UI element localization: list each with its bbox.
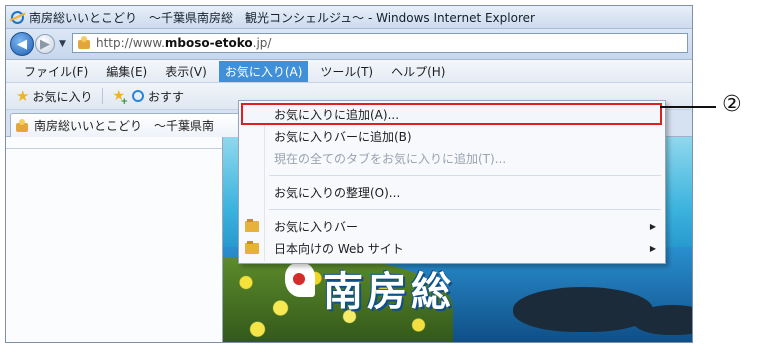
internet-explorer-icon <box>11 10 24 24</box>
site-favicon-icon <box>77 36 91 50</box>
window-title: 南房総いいとこどり ～千葉県南房総 観光コンシェルジュ～ - Windows I… <box>29 10 535 25</box>
menu-item-organize-favorites[interactable]: お気に入りの整理(O)... <box>239 181 665 203</box>
menu-separator <box>269 209 661 210</box>
banner-rock <box>633 305 692 335</box>
history-dropdown-icon[interactable]: ▼ <box>59 39 66 49</box>
menu-file[interactable]: ファイル(F) <box>18 61 94 82</box>
menu-item-label: 現在の全てのタブをお気に入りに追加(T)... <box>274 151 507 166</box>
menu-item-label: お気に入りの整理(O)... <box>274 185 401 200</box>
menu-item-japan-websites[interactable]: 日本向けの Web サイト ▶ <box>239 237 665 259</box>
menu-tools[interactable]: ツール(T) <box>314 61 379 82</box>
menu-item-add-to-favorites-bar[interactable]: お気に入りバーに追加(B) <box>239 125 665 147</box>
menu-favorites[interactable]: お気に入り(A) <box>218 60 309 82</box>
url-host: mboso-etoko <box>164 36 253 50</box>
menu-item-add-to-favorites[interactable]: お気に入りに追加(A)... <box>239 103 665 125</box>
folder-icon <box>245 219 259 232</box>
callout-number: ② <box>722 92 742 117</box>
site-logo-text: 南房総 <box>323 269 455 315</box>
menu-item-label: 日本向けの Web サイト <box>274 241 404 256</box>
menu-item-add-tabs-to-favorites: 現在の全てのタブをお気に入りに追加(T)... <box>239 147 665 169</box>
menu-item-label: お気に入りバーに追加(B) <box>274 129 412 144</box>
address-row: ◀ ▶ ▼ http://www. mboso-etoko .jp/ <box>6 29 692 60</box>
left-pane <box>6 137 222 342</box>
favorites-star-icon: ★ <box>16 87 30 105</box>
back-arrow-icon: ◀ <box>17 36 27 52</box>
site-logo-mark <box>285 263 315 297</box>
left-pane-rule <box>6 148 222 149</box>
title-bar: 南房総いいとこどり ～千葉県南房総 観光コンシェルジュ～ - Windows I… <box>6 6 692 29</box>
menu-edit[interactable]: 編集(E) <box>100 61 153 82</box>
callout-line <box>660 106 716 108</box>
submenu-arrow-icon: ▶ <box>649 221 656 231</box>
tab-favicon-icon <box>15 118 29 133</box>
menu-item-label: お気に入りに追加(A)... <box>274 107 400 122</box>
menu-separator <box>269 175 661 176</box>
browser-window: 南房総いいとこどり ～千葉県南房総 観光コンシェルジュ～ - Windows I… <box>5 5 693 343</box>
submenu-arrow-icon: ▶ <box>649 243 656 253</box>
menu-view[interactable]: 表示(V) <box>159 61 213 82</box>
forward-arrow-icon: ▶ <box>40 36 50 52</box>
back-button[interactable]: ◀ <box>10 32 34 56</box>
add-favorite-icon[interactable]: ★ <box>112 88 127 107</box>
menu-item-favorites-bar[interactable]: お気に入りバー ▶ <box>239 215 665 237</box>
favorites-button[interactable]: お気に入り <box>32 88 92 105</box>
folder-icon <box>245 241 259 254</box>
address-input[interactable]: http://www. mboso-etoko .jp/ <box>72 33 688 53</box>
tab-current[interactable]: 南房総いいとこどり ～千葉県南 <box>10 113 272 137</box>
banner-rock <box>513 287 653 332</box>
menu-item-label: お気に入りバー <box>274 219 359 234</box>
suggested-sites-icon <box>132 90 145 102</box>
suggested-sites-button[interactable]: おすす <box>148 88 184 105</box>
forward-button[interactable]: ▶ <box>35 34 55 54</box>
tab-title: 南房総いいとこどり ～千葉県南 <box>34 119 215 133</box>
url-suffix: .jp/ <box>252 36 272 50</box>
menu-bar: ファイル(F) 編集(E) 表示(V) お気に入り(A) ツール(T) ヘルプ(… <box>6 60 692 83</box>
url-prefix: http://www. <box>96 36 165 50</box>
favorites-bar-divider <box>102 88 104 104</box>
menu-help[interactable]: ヘルプ(H) <box>385 61 451 82</box>
favorites-dropdown-menu: お気に入りに追加(A)... お気に入りバーに追加(B) 現在の全てのタブをお気… <box>238 100 666 264</box>
